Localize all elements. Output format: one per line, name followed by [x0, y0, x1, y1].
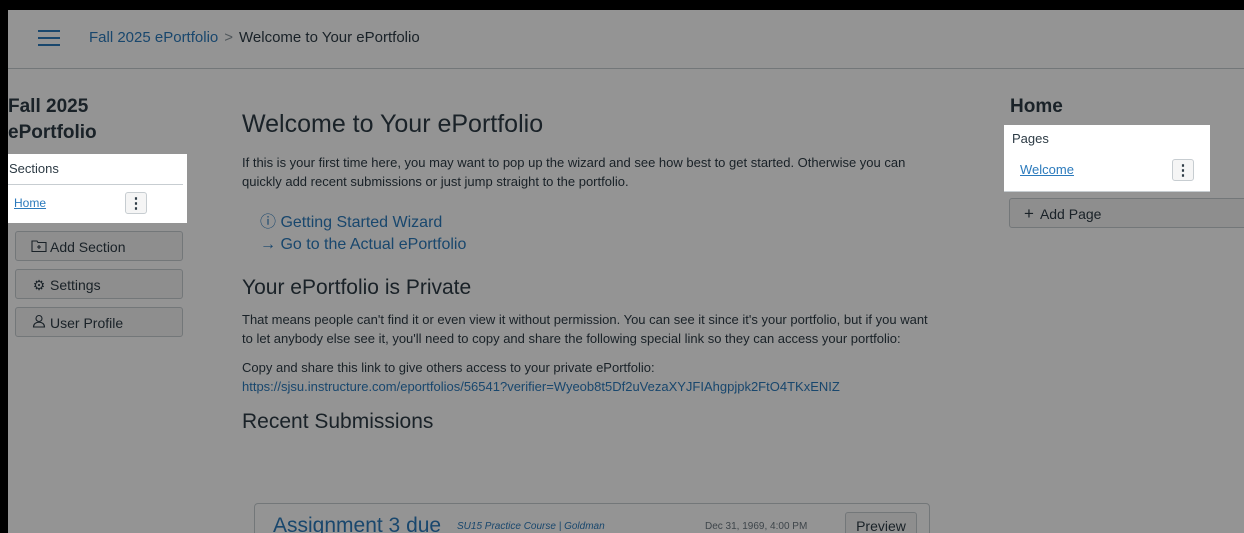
section-home-link[interactable]: Home	[14, 196, 46, 210]
breadcrumb-current: Welcome to Your ePortfolio	[239, 29, 420, 46]
eportfolio-page: Fall 2025 ePortfolio > Welcome to Your ePo…	[8, 10, 1244, 533]
user-profile-button[interactable]: User Profile	[15, 307, 183, 337]
arrow-right-icon: →	[260, 236, 281, 253]
add-page-button[interactable]: + Add Page	[1009, 198, 1244, 228]
portfolio-title: Fall 2025 ePortfolio	[8, 96, 97, 143]
section-options-icon[interactable]: ⋮	[125, 192, 147, 214]
sections-divider	[8, 184, 183, 185]
breadcrumb: Fall 2025 ePortfolio > Welcome to Your ePo…	[89, 29, 420, 46]
pages-heading: Pages	[1012, 131, 1049, 146]
page-options-icon[interactable]: ⋮	[1172, 159, 1194, 181]
pages-panel: Pages Welcome ⋮	[1004, 125, 1210, 192]
submission-date: Dec 31, 1969, 4:00 PM	[705, 521, 808, 532]
submission-card: Assignment 3 due SU15 Practice Course | …	[254, 503, 930, 533]
preview-button[interactable]: Preview	[845, 512, 917, 533]
breadcrumb-separator: >	[224, 29, 234, 46]
submission-title-link[interactable]: Assignment 3 due	[273, 514, 441, 533]
sections-panel: Sections Home ⋮	[8, 154, 187, 223]
plus-icon: +	[1024, 204, 1034, 223]
hamburger-menu-icon[interactable]	[38, 30, 60, 46]
goto-eportfolio-link[interactable]: → Go to the Actual ePortfolio	[260, 236, 942, 254]
private-text: That means people can't find it or even …	[242, 312, 928, 346]
page-welcome-link[interactable]: Welcome	[1020, 162, 1074, 177]
right-panel-title: Home	[1010, 96, 1063, 117]
sections-heading: Sections	[9, 161, 59, 176]
share-url-link[interactable]: https://sjsu.instructure.com/eportfolios…	[242, 377, 942, 396]
user-icon	[28, 308, 50, 338]
help-circle-icon: ⓘ	[260, 214, 281, 231]
gear-icon: ⚙	[32, 277, 46, 293]
private-heading: Your ePortfolio is Private	[242, 276, 472, 299]
wizard-link[interactable]: ⓘ Getting Started Wizard	[260, 208, 942, 232]
breadcrumb-portfolio-link[interactable]: Fall 2025 ePortfolio	[89, 29, 218, 46]
intro-text: If this is your first time here, you may…	[242, 155, 906, 189]
submission-course: SU15 Practice Course | Goldman	[457, 521, 605, 532]
add-section-button[interactable]: Add Section	[15, 231, 183, 261]
recent-submissions-heading: Recent Submissions	[242, 410, 434, 433]
settings-button[interactable]: ⚙ Settings	[15, 269, 183, 299]
top-bar: Fall 2025 ePortfolio > Welcome to Your ePo…	[8, 10, 1244, 69]
page-title: Welcome to Your ePortfolio	[242, 110, 544, 138]
pages-divider	[1004, 191, 1210, 192]
share-label: Copy and share this link to give others …	[242, 360, 655, 375]
add-folder-icon	[28, 232, 50, 262]
main-content: Welcome to Your ePortfolio If this is yo…	[242, 110, 942, 434]
